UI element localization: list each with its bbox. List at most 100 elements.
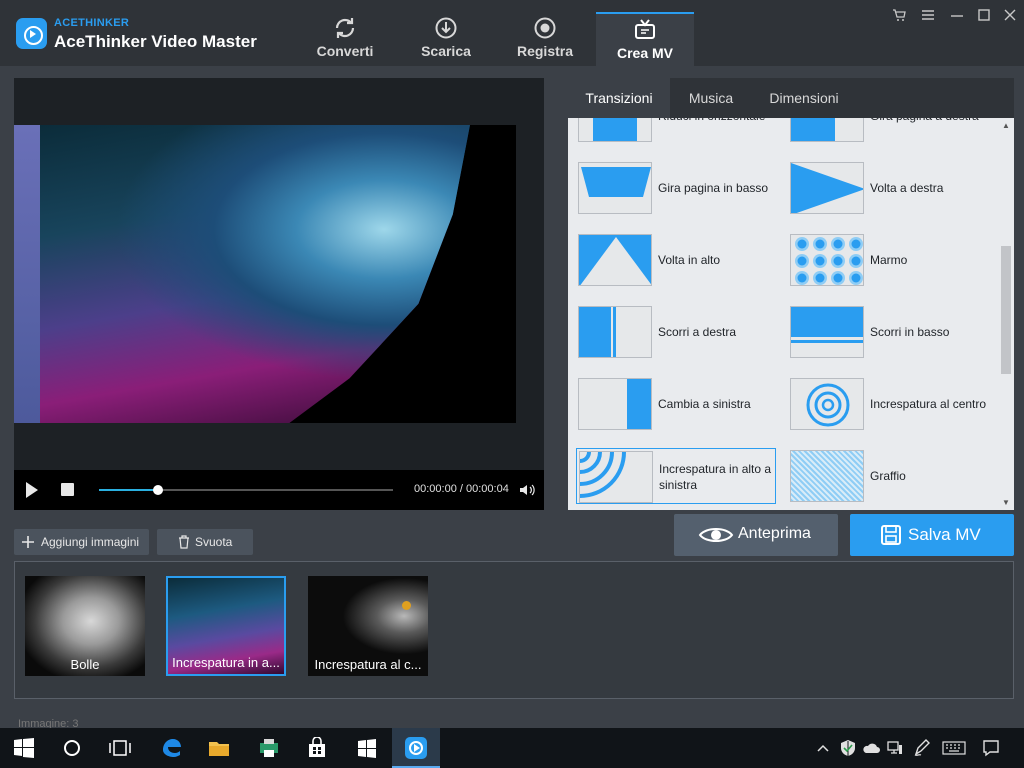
transition-item[interactable]: Volta a destra [788, 160, 988, 216]
taskbar [0, 728, 1024, 768]
tab-converti-label: Converti [316, 43, 374, 59]
transition-scrollbar[interactable]: ▲ ▼ [998, 118, 1014, 510]
minimize-icon[interactable] [950, 8, 964, 22]
transition-thumbnail [578, 234, 652, 286]
printer-app-icon[interactable] [258, 737, 280, 759]
maximize-icon[interactable] [977, 8, 991, 22]
transition-label: Scorri a destra [658, 325, 737, 339]
windows-start-icon[interactable] [14, 738, 34, 758]
brand-small-text: ACETHINKER [54, 17, 130, 29]
transition-item[interactable]: Increspatura al centro [788, 376, 988, 432]
transition-label: Increspatura in alto a sinistra [659, 462, 772, 492]
pen-icon[interactable] [913, 739, 931, 757]
transition-thumbnail [790, 118, 864, 142]
transition-thumbnail [790, 378, 864, 430]
previous-image-strip [14, 125, 40, 423]
scrollbar-thumb[interactable] [1001, 246, 1011, 374]
tab-musica[interactable]: Musica [670, 78, 752, 118]
panel-tabs: Transizioni Musica Dimensioni [568, 78, 1014, 118]
edge-icon[interactable] [160, 737, 182, 759]
storyboard-clip-selected[interactable]: Increspatura in a... [166, 576, 286, 676]
transition-item[interactable]: Riduci in orizzontale [576, 118, 776, 144]
transition-item[interactable]: Scorri in basso [788, 304, 988, 360]
video-preview: 00:00:00 / 00:00:04 [14, 78, 544, 510]
tab-converti[interactable]: Converti [296, 12, 394, 66]
seek-bar-handle[interactable] [152, 485, 163, 495]
app-title: AceThinker Video Master [54, 32, 257, 51]
onedrive-cloud-icon[interactable] [862, 741, 880, 755]
clip-label: Bolle [70, 657, 100, 672]
task-view-icon[interactable] [109, 739, 131, 757]
storyboard: Bolle Increspatura in a... Increspatura … [14, 561, 1014, 699]
action-center-icon[interactable] [982, 739, 1000, 757]
scroll-down-icon[interactable]: ▼ [1002, 498, 1010, 507]
transition-label: Increspatura al centro [870, 397, 987, 411]
transition-thumbnail [790, 450, 864, 502]
tab-dimensioni[interactable]: Dimensioni [752, 78, 856, 118]
clear-button[interactable]: Svuota [157, 529, 253, 555]
transition-thumbnail [578, 378, 652, 430]
transition-label: Marmo [870, 253, 908, 267]
transition-item-selected[interactable]: Increspatura in alto a sinistra [576, 448, 776, 504]
defender-shield-icon[interactable] [840, 739, 856, 757]
tray-chevron-up-icon[interactable] [817, 742, 829, 754]
transition-item[interactable]: Gira pagina a destra [788, 118, 988, 144]
scroll-up-icon[interactable]: ▲ [1002, 121, 1010, 130]
plus-icon [22, 536, 34, 548]
add-images-label: Aggiungi immagini [41, 535, 140, 549]
transition-item[interactable]: Volta in alto [576, 232, 776, 288]
tab-crea-mv[interactable]: Crea MV [596, 12, 694, 66]
tab-transizioni[interactable]: Transizioni [568, 78, 670, 118]
clip-label: Increspatura in a... [172, 655, 280, 670]
cortana-icon[interactable] [62, 738, 82, 758]
store-icon[interactable] [306, 737, 328, 759]
transition-thumbnail [790, 162, 864, 214]
save-mv-button[interactable]: Salva MV [850, 514, 1014, 556]
stop-icon[interactable] [61, 483, 74, 496]
transition-item[interactable]: Cambia a sinistra [576, 376, 776, 432]
eye-icon [698, 528, 734, 542]
file-explorer-icon[interactable] [208, 737, 230, 759]
download-icon [435, 17, 457, 39]
app-logo-icon [16, 18, 47, 49]
preview-button[interactable]: Anteprima [674, 514, 838, 556]
network-icon[interactable] [887, 740, 903, 756]
preview-image [40, 125, 470, 423]
transition-list: Riduci in orizzontale Gira pagina a dest… [568, 118, 998, 510]
transition-label: Gira pagina a destra [870, 118, 990, 136]
transition-item[interactable]: Gira pagina in basso [576, 160, 776, 216]
seek-bar[interactable] [99, 485, 393, 495]
record-icon [534, 17, 556, 39]
play-icon[interactable] [26, 482, 38, 498]
transition-label: Graffio [870, 469, 906, 483]
tab-crea-mv-label: Crea MV [616, 45, 674, 61]
app-window: ACETHINKER AceThinker Video Master Conve… [0, 0, 1024, 730]
cart-icon[interactable] [892, 8, 906, 22]
tab-registra-label: Registra [516, 43, 574, 59]
storyboard-clip[interactable]: Bolle [25, 576, 145, 676]
windows-app-icon[interactable] [356, 737, 378, 759]
volume-icon[interactable] [519, 482, 535, 498]
save-icon [881, 525, 901, 545]
timecode: 00:00:00 / 00:00:04 [414, 483, 509, 495]
owl-eye [402, 601, 411, 610]
transition-thumbnail [790, 306, 864, 358]
save-mv-button-label: Salva MV [908, 525, 981, 544]
keyboard-icon[interactable] [942, 741, 966, 755]
tab-registra[interactable]: Registra [496, 12, 594, 66]
acethinker-taskbar-icon [405, 737, 427, 759]
seek-bar-fill [99, 489, 158, 491]
transition-item[interactable]: Scorri a destra [576, 304, 776, 360]
add-images-button[interactable]: Aggiungi immagini [14, 529, 149, 555]
menu-icon[interactable] [921, 8, 935, 22]
close-icon[interactable] [1003, 8, 1017, 22]
tv-icon [635, 19, 655, 39]
tab-scarica[interactable]: Scarica [397, 12, 495, 66]
transition-item[interactable]: Graffio [788, 448, 988, 504]
transition-thumbnail [578, 118, 652, 142]
transition-thumbnail [579, 451, 653, 503]
storyboard-clip[interactable]: Increspatura al c... [308, 576, 428, 676]
transition-item[interactable]: Marmo [788, 232, 988, 288]
taskbar-active-app[interactable] [392, 728, 440, 768]
player-controls: 00:00:00 / 00:00:04 [14, 470, 544, 510]
